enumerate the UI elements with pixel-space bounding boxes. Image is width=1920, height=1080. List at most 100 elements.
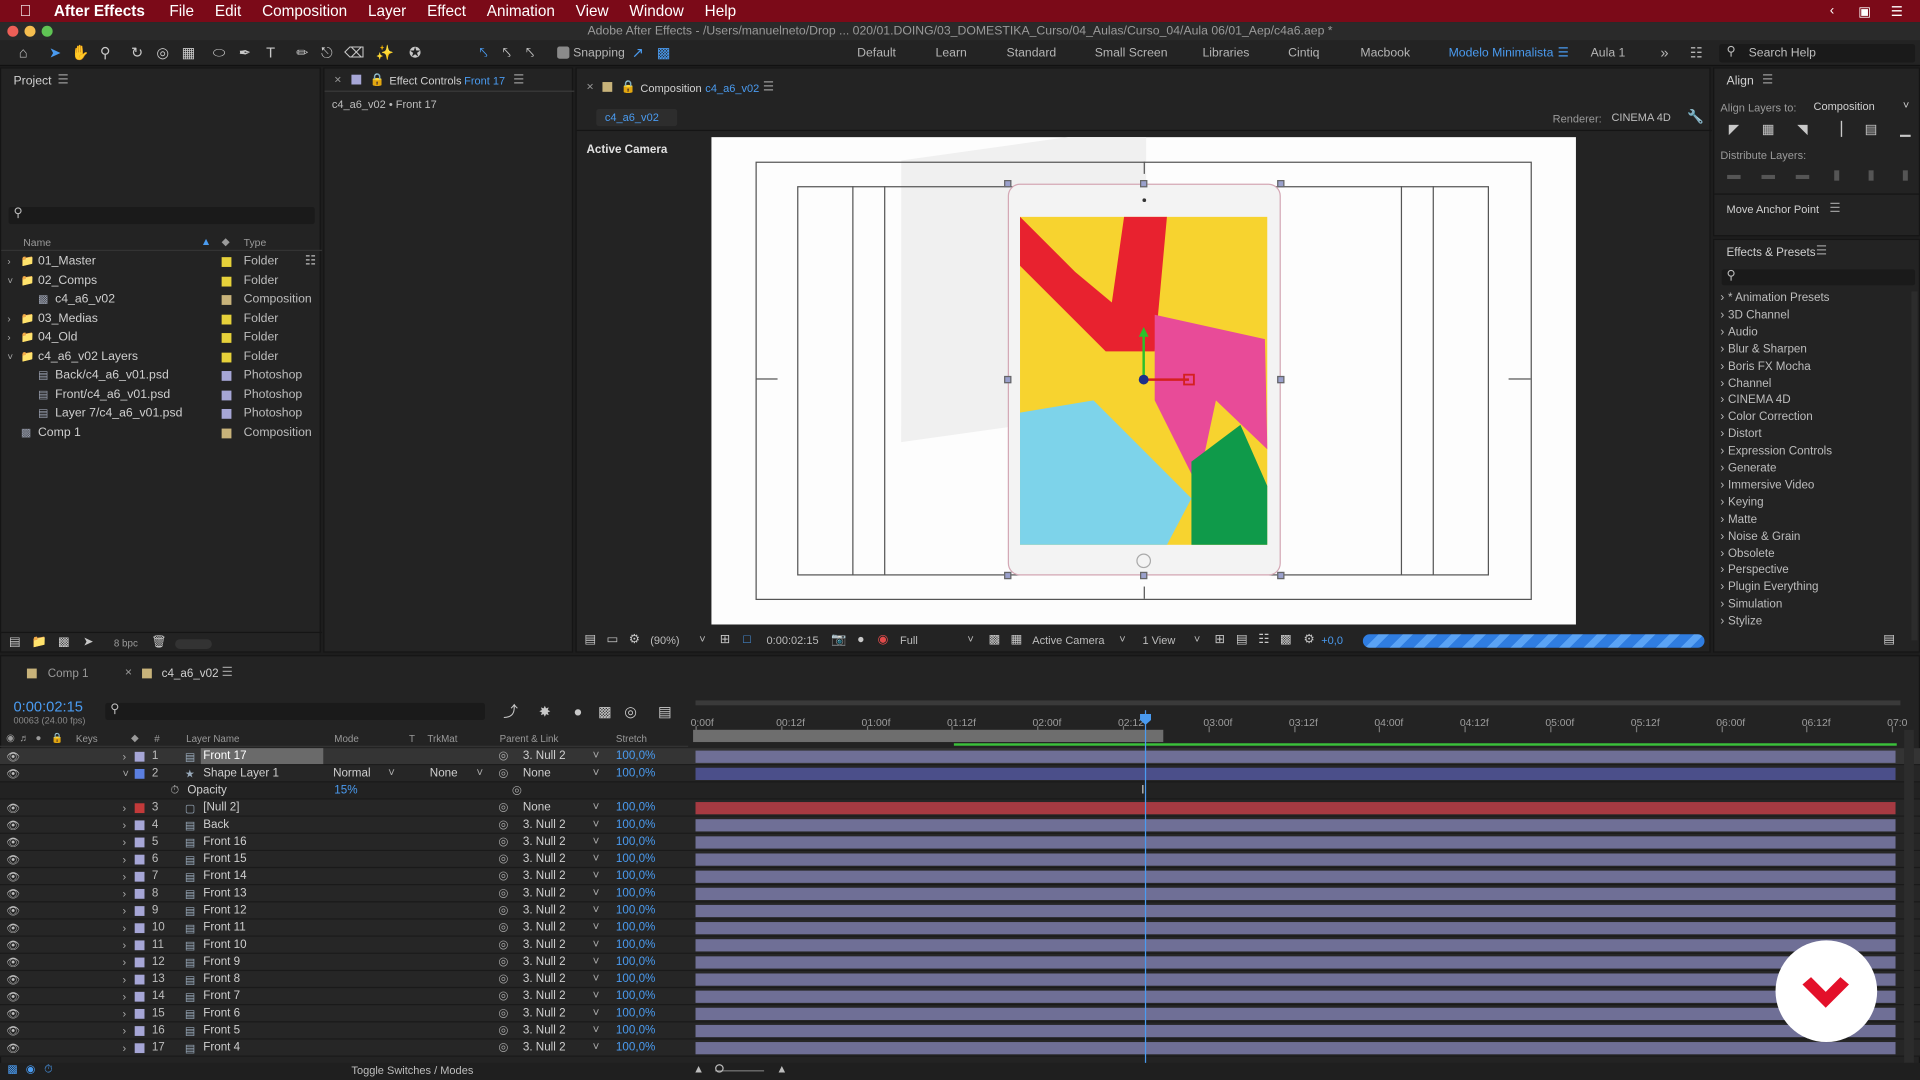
view-axis-icon[interactable]: ⤣	[522, 44, 539, 61]
grid-icon[interactable]: ⊞	[716, 632, 733, 649]
layer-switches-icon[interactable]: ▩	[7, 1063, 17, 1076]
layer-duration-bar[interactable]	[695, 939, 1896, 952]
effects-category[interactable]: › Keying	[1720, 496, 1763, 509]
list-icon[interactable]: ☰	[1891, 3, 1903, 19]
workspace-standard[interactable]: Standard	[1007, 47, 1057, 60]
table-row[interactable]: 👁 › 12 ▤ Front 9 ◎ 3. Null 2 ˅ 100,0%	[0, 953, 1920, 972]
project-item[interactable]: ˅ 📁 02_Comps Folder	[1, 271, 322, 289]
render-queue-icon[interactable]: ➤	[80, 634, 97, 651]
align-to-dropdown[interactable]: Composition	[1813, 100, 1874, 112]
table-row[interactable]: 👁 › 3 ▢ [Null 2] ◎ None ˅ 100,0%	[0, 799, 1920, 817]
axis-gizmo[interactable]	[1128, 326, 1201, 400]
effects-category[interactable]: › CINEMA 4D	[1720, 394, 1790, 407]
layer-name[interactable]: Shape Layer 1	[201, 765, 279, 781]
pickwhip-icon[interactable]: ◎	[498, 902, 508, 919]
graph-editor-icon[interactable]: ▤	[656, 703, 673, 720]
effects-category[interactable]: › Matte	[1720, 513, 1757, 526]
rotate-tool-icon[interactable]: ↻	[129, 44, 146, 61]
table-row[interactable]: 👁 › 6 ▤ Front 15 ◎ 3. Null 2 ˅ 100,0%	[0, 851, 1920, 869]
move-anchor-title[interactable]: Move Anchor Point	[1727, 203, 1820, 215]
roto-brush-icon[interactable]: ✨	[376, 44, 394, 61]
panel-menu-icon[interactable]: ☰	[763, 81, 774, 94]
layer-name[interactable]: Back	[201, 817, 229, 833]
layer-name[interactable]: Front 8	[201, 971, 240, 987]
zoom-in-icon[interactable]: ▲	[776, 1063, 787, 1075]
parent-dropdown[interactable]: 3. Null 2	[523, 988, 566, 1005]
chevron-right-icon[interactable]: ›	[122, 954, 126, 971]
chevron-right-icon[interactable]: ›	[122, 834, 126, 851]
new-preset-icon[interactable]: ▤	[1883, 633, 1895, 646]
column-layer-name[interactable]: Layer Name	[186, 733, 239, 744]
layer-duration-bar[interactable]	[695, 990, 1896, 1003]
layer-duration-bar[interactable]	[695, 750, 1896, 763]
trash-icon[interactable]: 🗑	[151, 634, 168, 651]
menu-layer[interactable]: Layer	[368, 2, 406, 19]
chevron-right-icon[interactable]: ›	[122, 920, 126, 937]
align-horizontal-center-icon[interactable]: ▦	[1760, 121, 1777, 138]
exposure-icon[interactable]: ⚙	[1300, 632, 1317, 649]
effects-category[interactable]: › Expression Controls	[1720, 445, 1832, 458]
align-vertical-center-icon[interactable]: ▤	[1862, 121, 1879, 138]
mask-visibility-icon[interactable]: ⚙	[626, 632, 643, 649]
distribute-top-icon[interactable]: ▬	[1725, 167, 1742, 184]
visibility-eye-icon[interactable]: 👁	[6, 800, 20, 817]
menu-view[interactable]: View	[576, 2, 609, 19]
chevron-down-icon[interactable]: ˅	[7, 347, 13, 365]
stretch-value[interactable]: 100,0%	[616, 1040, 655, 1057]
bit-depth-label[interactable]: 8 bpc	[114, 638, 138, 649]
visibility-eye-icon[interactable]: 👁	[6, 1040, 20, 1057]
resolution-dropdown[interactable]: Full	[900, 634, 918, 646]
hand-tool-icon[interactable]: ✋	[71, 44, 89, 61]
back-icon[interactable]: ‹	[1830, 4, 1834, 19]
parent-dropdown[interactable]: 3. Null 2	[523, 851, 566, 868]
reset-exposure-icon[interactable]: ▤	[1233, 632, 1250, 649]
stretch-value[interactable]: 100,0%	[616, 971, 655, 988]
panel-menu-icon[interactable]: ☰	[58, 73, 69, 86]
table-row[interactable]: 👁 › 15 ▤ Front 6 ◎ 3. Null 2 ˅ 100,0%	[0, 1005, 1920, 1023]
align-panel-title[interactable]: Align	[1727, 75, 1754, 88]
camera-view-dropdown[interactable]: Active Camera	[1032, 634, 1104, 646]
panel-menu-icon[interactable]: ☰	[1816, 245, 1827, 258]
layer-label-swatch[interactable]	[134, 906, 145, 916]
transform-handle[interactable]	[1277, 180, 1285, 188]
table-row[interactable]: 👁 › 7 ▤ Front 14 ◎ 3. Null 2 ˅ 100,0%	[0, 868, 1920, 886]
visibility-eye-icon[interactable]: 👁	[6, 954, 20, 971]
expression-pickwhip-icon[interactable]: ◎	[512, 782, 522, 799]
timeline-current-time[interactable]: 0:00:02:15	[13, 698, 82, 715]
layer-name[interactable]: [Null 2]	[201, 800, 239, 816]
stretch-value[interactable]: 100,0%	[616, 868, 655, 885]
layer-label-swatch[interactable]	[134, 820, 145, 831]
project-item[interactable]: › 📁 01_Master Folder ☷	[1, 252, 322, 270]
transparency-grid-icon[interactable]: ▦	[1008, 632, 1025, 649]
layer-name[interactable]: Front 11	[201, 920, 245, 936]
parent-dropdown[interactable]: 3. Null 2	[523, 920, 566, 937]
snapshot-icon[interactable]: 📷	[830, 632, 847, 649]
parent-dropdown[interactable]: 3. Null 2	[523, 971, 566, 988]
distribute-left-icon[interactable]: ▮	[1828, 167, 1845, 184]
composition-name[interactable]: c4_a6_v02	[705, 82, 759, 94]
zoom-slider-thumb[interactable]	[715, 1064, 724, 1073]
pickwhip-icon[interactable]: ◎	[498, 748, 508, 765]
layer-duration-bar[interactable]	[695, 870, 1896, 883]
column-parent[interactable]: Parent & Link	[500, 733, 559, 744]
visibility-eye-icon[interactable]: 👁	[6, 885, 20, 902]
magnification-dropdown[interactable]: (90%)	[650, 634, 679, 646]
effects-scrollbar[interactable]	[1911, 291, 1918, 641]
column-trkmat[interactable]: TrkMat	[427, 733, 457, 744]
label-color-swatch[interactable]	[221, 333, 232, 343]
timeline-search-input[interactable]: ⚲	[105, 702, 485, 721]
layer-label-swatch[interactable]	[134, 871, 145, 882]
table-row[interactable]: 👁 › 10 ▤ Front 11 ◎ 3. Null 2 ˅ 100,0%	[0, 919, 1920, 937]
table-row[interactable]: 👁 › 11 ▤ Front 10 ◎ 3. Null 2 ˅ 100,0%	[0, 936, 1920, 954]
monitor-icon[interactable]: ▭	[604, 632, 621, 649]
pickwhip-icon[interactable]: ◎	[498, 1022, 508, 1039]
timeline-tab-comp-1[interactable]: Comp 1	[48, 667, 89, 680]
project-item[interactable]: ˅ 📁 c4_a6_v02 Layers Folder	[1, 347, 322, 365]
stretch-value[interactable]: 100,0%	[616, 920, 655, 937]
work-area-bar[interactable]	[695, 700, 1901, 706]
effects-category[interactable]: › Blur & Sharpen	[1720, 342, 1806, 355]
layer-duration-bar[interactable]	[695, 853, 1896, 866]
menu-effect[interactable]: Effect	[427, 2, 466, 19]
flowchart-icon[interactable]: ☷	[305, 252, 316, 270]
layer-duration-bar[interactable]	[695, 1042, 1896, 1055]
